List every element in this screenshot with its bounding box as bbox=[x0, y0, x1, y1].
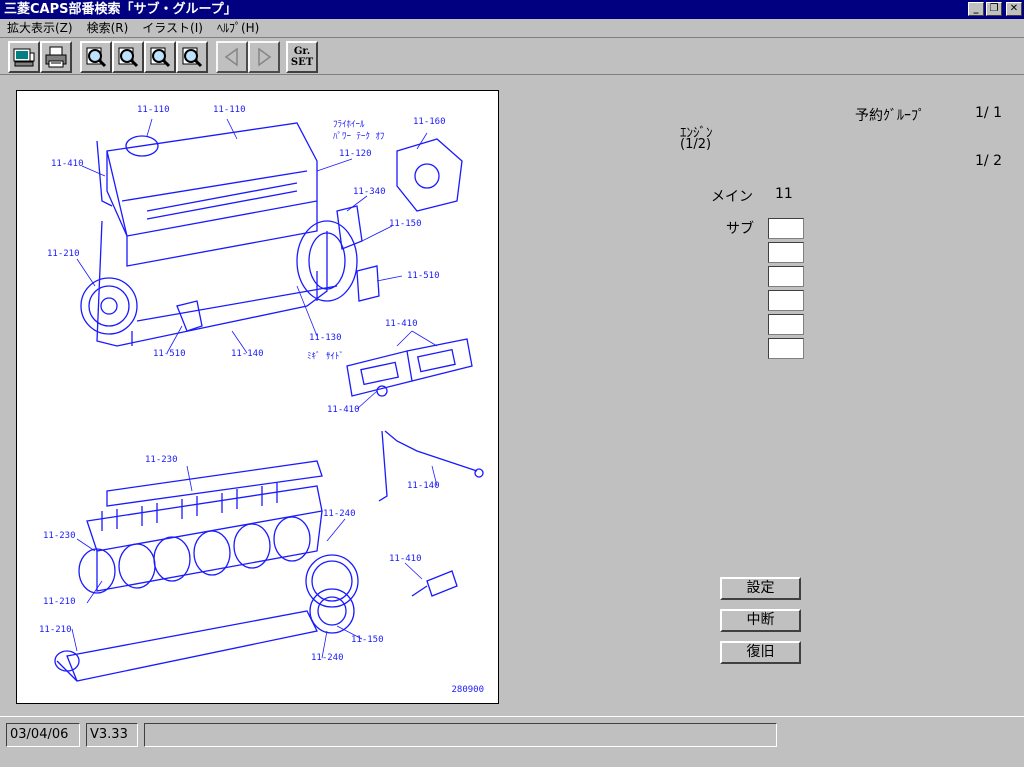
main-value: 11 bbox=[775, 186, 793, 202]
zoom-search-1-button[interactable] bbox=[80, 41, 112, 73]
callout-label[interactable]: 11-510 bbox=[153, 349, 186, 359]
main-label: メイン bbox=[711, 189, 753, 205]
group-set-label-2: SET bbox=[290, 57, 314, 68]
callout-label[interactable]: 11-210 bbox=[39, 625, 72, 635]
callout-label[interactable]: 11-510 bbox=[407, 271, 440, 281]
menu-search[interactable]: 検索(R) bbox=[80, 19, 136, 37]
triangle-left-icon bbox=[224, 47, 238, 67]
callout-label[interactable]: 11-110 bbox=[137, 105, 170, 115]
engine-diagram bbox=[54, 118, 484, 682]
restore-button-main[interactable]: 復旧 bbox=[720, 641, 801, 664]
title-bar: 三菱CAPS部番検索「サブ・グループ」 _ ❐ ✕ bbox=[0, 0, 1024, 19]
sub-group-box[interactable] bbox=[768, 290, 804, 311]
next-button[interactable] bbox=[248, 41, 280, 73]
callout-label[interactable]: 11-230 bbox=[43, 531, 76, 541]
page-indicator: 1/ 2 bbox=[975, 153, 1002, 169]
group-set-label-1: Gr. bbox=[293, 46, 311, 57]
callout-label[interactable]: 11-240 bbox=[311, 653, 344, 663]
zoom-search-3-button[interactable] bbox=[144, 41, 176, 73]
callout-label[interactable]: 11-240 bbox=[323, 509, 356, 519]
reserved-group-page: 1/ 1 bbox=[975, 105, 1002, 121]
callout-label[interactable]: 11-210 bbox=[43, 597, 76, 607]
sub-group-box[interactable] bbox=[768, 218, 804, 239]
triangle-right-icon bbox=[258, 47, 272, 67]
print-button[interactable] bbox=[40, 41, 72, 73]
magnifier-icon bbox=[150, 47, 171, 68]
callout-label[interactable]: 11-230 bbox=[145, 455, 178, 465]
sub-group-box[interactable] bbox=[768, 266, 804, 287]
callout-label[interactable]: 11-110 bbox=[213, 105, 246, 115]
menu-help[interactable]: ﾍﾙﾌﾟ(H) bbox=[210, 19, 266, 37]
interrupt-button[interactable]: 中断 bbox=[720, 609, 801, 632]
magnifier-icon bbox=[118, 47, 139, 68]
magnifier-icon bbox=[182, 47, 203, 68]
callout-label[interactable]: 11-410 bbox=[385, 319, 418, 329]
callout-label[interactable]: 11-410 bbox=[389, 554, 422, 564]
previous-button[interactable] bbox=[216, 41, 248, 73]
magnifier-icon bbox=[86, 47, 107, 68]
zoom-search-2-button[interactable] bbox=[112, 41, 144, 73]
minimize-button[interactable]: _ bbox=[968, 2, 984, 16]
status-message bbox=[144, 723, 777, 747]
toolbar: Gr. SET bbox=[0, 37, 1024, 75]
status-bar: 03/04/06 V3.33 bbox=[0, 716, 1024, 767]
menu-illustration[interactable]: イラスト(I) bbox=[135, 19, 210, 37]
callout-label[interactable]: 11-130 bbox=[309, 333, 342, 343]
engine-sub-label: (1/2) bbox=[680, 137, 712, 152]
callout-label[interactable]: 11-410 bbox=[51, 159, 84, 169]
zoom-search-4-button[interactable] bbox=[176, 41, 208, 73]
reserved-group-label: 予約ｸﾞﾙｰﾌﾟ bbox=[855, 108, 925, 124]
group-set-button[interactable]: Gr. SET bbox=[286, 41, 318, 73]
menu-bar: 拡大表示(Z) 検索(R) イラスト(I) ﾍﾙﾌﾟ(H) bbox=[0, 19, 1024, 37]
parts-illustration[interactable]: 11-110 11-110 11-410 ﾌﾗｲﾎｲｰﾙ ﾊﾟﾜｰ ﾃｰｸ ｵﾌ… bbox=[16, 90, 499, 704]
drawing-number: 280900 bbox=[451, 685, 484, 695]
callout-label[interactable]: 11-140 bbox=[231, 349, 264, 359]
close-button[interactable]: ✕ bbox=[1006, 2, 1022, 16]
status-date: 03/04/06 bbox=[6, 723, 80, 747]
status-version: V3.33 bbox=[86, 723, 138, 747]
callout-label[interactable]: 11-140 bbox=[407, 481, 440, 491]
callout-label[interactable]: 11-120 bbox=[339, 149, 372, 159]
menu-zoom[interactable]: 拡大表示(Z) bbox=[0, 19, 80, 37]
restore-button[interactable]: ❐ bbox=[986, 2, 1002, 16]
callout-label[interactable]: 11-150 bbox=[389, 219, 422, 229]
printer-icon bbox=[45, 46, 67, 68]
window-controls: _ ❐ ✕ bbox=[968, 2, 1022, 16]
callout-label: ﾊﾟﾜｰ ﾃｰｸ ｵﾌ bbox=[333, 132, 385, 142]
settings-button[interactable]: 設定 bbox=[720, 577, 801, 600]
window-title: 三菱CAPS部番検索「サブ・グループ」 bbox=[4, 2, 237, 17]
sub-group-box[interactable] bbox=[768, 338, 804, 359]
callout-label[interactable]: 11-210 bbox=[47, 249, 80, 259]
sub-group-box[interactable] bbox=[768, 242, 804, 263]
display-button[interactable] bbox=[8, 41, 40, 73]
callout-label: ﾐｷﾞ ｻｲﾄﾞ bbox=[307, 352, 344, 362]
sub-group-box[interactable] bbox=[768, 314, 804, 335]
callout-label[interactable]: 11-150 bbox=[351, 635, 384, 645]
sub-label: サブ bbox=[726, 221, 754, 237]
callout-label[interactable]: 11-340 bbox=[353, 187, 386, 197]
monitor-icon bbox=[13, 48, 35, 67]
callout-label[interactable]: 11-160 bbox=[413, 117, 446, 127]
callout-label[interactable]: 11-410 bbox=[327, 405, 360, 415]
